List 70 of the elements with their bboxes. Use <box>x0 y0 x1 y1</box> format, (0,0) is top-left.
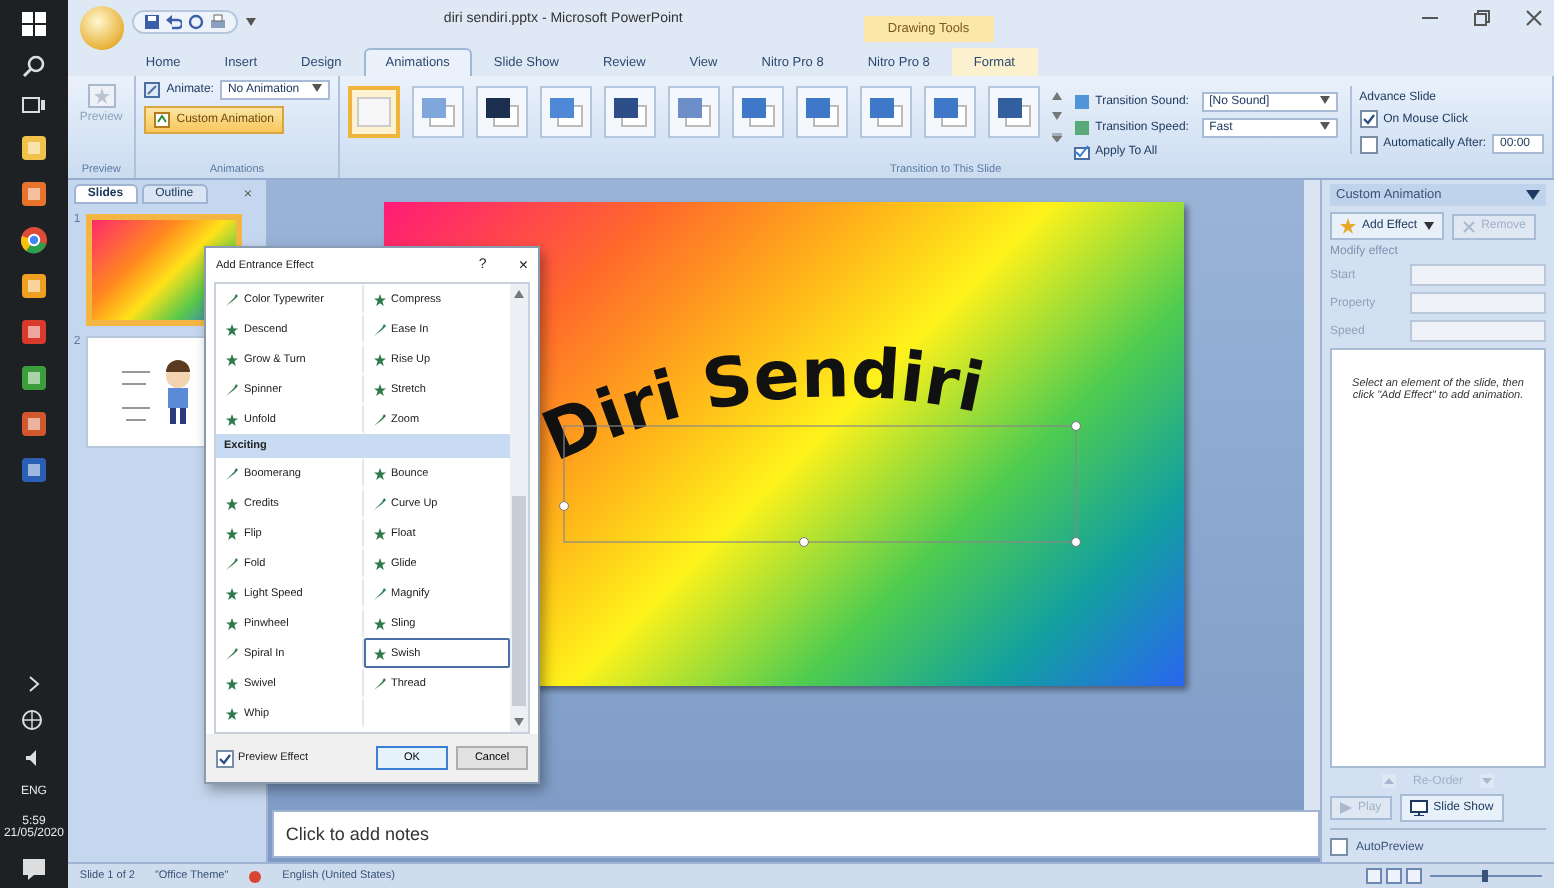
on-mouse-click-checkbox[interactable] <box>1359 110 1378 128</box>
chevron-icon[interactable] <box>27 676 40 692</box>
gallery-scroll-up-icon[interactable] <box>1051 92 1062 100</box>
sound-icon <box>1073 94 1090 110</box>
powerpoint-icon[interactable] <box>19 410 48 438</box>
slide-sorter-icon[interactable] <box>1386 868 1402 884</box>
selection-handle[interactable] <box>1070 421 1081 431</box>
dropdown-caret-icon[interactable] <box>245 18 256 26</box>
dropdown-caret-icon <box>311 84 322 92</box>
scroll-up-icon <box>514 290 524 298</box>
dropdown-caret-icon <box>1423 222 1434 230</box>
custom-animation-icon <box>154 112 171 128</box>
speed-icon <box>1073 120 1090 136</box>
normal-view-icon[interactable] <box>1366 868 1382 884</box>
dropdown-field[interactable] <box>1410 264 1546 286</box>
notes-field[interactable]: Click to add notes <box>271 810 1320 858</box>
selection-handle[interactable] <box>1070 537 1081 547</box>
selection-handle[interactable] <box>558 501 569 511</box>
transition-thumbnail[interactable] <box>987 86 1040 138</box>
transition-thumbnail[interactable] <box>539 86 592 138</box>
restore-icon[interactable] <box>1474 10 1490 26</box>
folder-icon[interactable] <box>19 134 48 162</box>
transition-thumbnail[interactable] <box>795 86 848 138</box>
save-icon[interactable] <box>143 14 160 30</box>
print-icon[interactable] <box>209 14 226 30</box>
animate-icon <box>144 82 161 98</box>
automatically-after-checkbox[interactable] <box>1359 135 1378 153</box>
task-view-icon[interactable] <box>21 96 46 116</box>
transition-thumbnail[interactable] <box>859 86 912 138</box>
app-icon[interactable] <box>19 272 48 300</box>
word-icon[interactable] <box>19 456 48 484</box>
gallery-more-icon[interactable] <box>1051 132 1062 142</box>
autopreview-checkbox[interactable] <box>1330 838 1348 856</box>
scroll-down-icon <box>514 718 524 726</box>
transition-thumbnail[interactable] <box>667 86 720 138</box>
gallery-scroll-down-icon[interactable] <box>1051 112 1062 120</box>
transition-thumbnail[interactable] <box>731 86 784 138</box>
transition-thumbnail[interactable] <box>347 86 400 138</box>
remove-icon <box>1461 219 1476 233</box>
zoom-slider-icon[interactable] <box>1426 868 1546 884</box>
dropdown-caret-icon <box>1319 96 1330 104</box>
vertical-scrollbar[interactable] <box>510 284 528 732</box>
notification-icon[interactable] <box>21 858 46 880</box>
app-icon[interactable] <box>19 180 48 208</box>
selection-handle[interactable] <box>798 537 809 547</box>
transition-thumbnail[interactable] <box>923 86 976 138</box>
transition-thumbnail[interactable] <box>475 86 528 138</box>
windows-logo-icon[interactable] <box>21 12 46 36</box>
close-icon[interactable] <box>1526 10 1542 26</box>
undo-icon[interactable] <box>165 14 182 30</box>
vertical-scrollbar[interactable] <box>1304 180 1320 810</box>
slide-title[interactable]: Diri Sendiri <box>531 334 991 479</box>
network-icon[interactable] <box>21 710 46 730</box>
dropdown-caret-icon <box>1319 122 1330 130</box>
apply-all-icon <box>1073 144 1090 160</box>
spelling-icon[interactable] <box>248 869 263 883</box>
chrome-icon[interactable] <box>19 226 48 254</box>
slideshow-view-icon[interactable] <box>1406 868 1422 884</box>
dropdown-caret-icon[interactable] <box>1526 190 1540 200</box>
transition-thumbnail[interactable] <box>411 86 464 138</box>
app-icon[interactable] <box>19 364 48 392</box>
dropdown-field[interactable] <box>1410 292 1546 314</box>
search-icon[interactable] <box>21 54 46 78</box>
transition-thumbnail[interactable] <box>603 86 656 138</box>
play-icon <box>1340 802 1352 814</box>
monitor-icon <box>1409 800 1428 816</box>
app-icon[interactable] <box>19 318 48 346</box>
dropdown-field[interactable] <box>1410 320 1546 342</box>
close-button[interactable]: × <box>518 256 528 274</box>
preview-effect-checkbox[interactable] <box>216 749 234 767</box>
